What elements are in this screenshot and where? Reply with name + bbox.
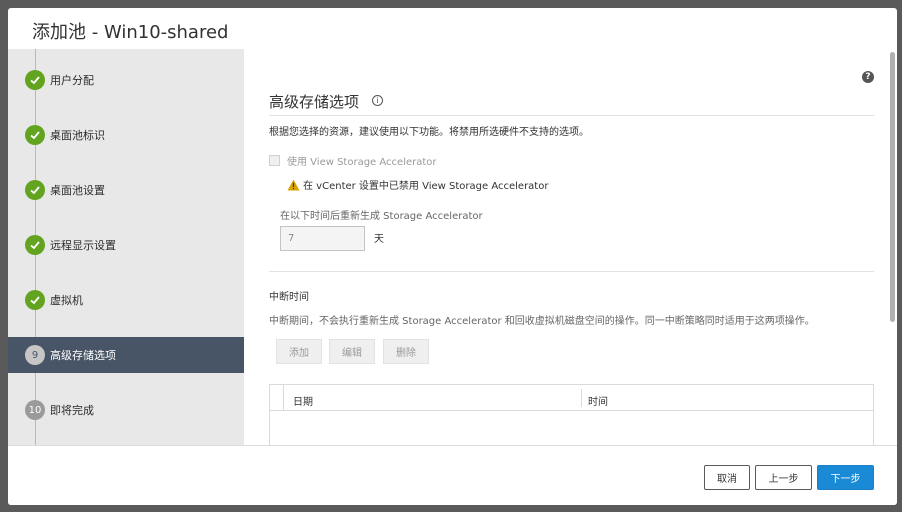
next-button[interactable]: 下一步 [817, 465, 874, 490]
step-remote-display[interactable]: 远程显示设置 [8, 227, 244, 263]
step-vm[interactable]: 虚拟机 [8, 282, 244, 318]
blackout-description: 中断期间，不会执行重新生成 Storage Accelerator 和回收虚拟机… [269, 316, 815, 327]
add-button[interactable]: 添加 [276, 339, 322, 364]
check-icon [25, 70, 45, 90]
select-column-header [270, 385, 284, 411]
step-advanced-storage[interactable]: 9 高级存储选项 [8, 337, 244, 373]
step-label: 虚拟机 [50, 294, 83, 307]
step-label: 高级存储选项 [50, 349, 116, 362]
edit-button[interactable]: 编辑 [329, 339, 375, 364]
vsa-checkbox-label: 使用 View Storage Accelerator [287, 157, 437, 168]
blackout-table: 日期 时间 [269, 384, 874, 445]
page-title: 高级存储选项 [269, 93, 360, 111]
step-user-assignment[interactable]: 用户分配 [8, 62, 244, 98]
step-pool-id[interactable]: 桌面池标识 [8, 117, 244, 153]
vsa-checkbox[interactable] [269, 155, 280, 166]
regen-days-input[interactable] [280, 226, 365, 251]
column-separator[interactable] [581, 389, 582, 407]
vsa-checkbox-row: 使用 View Storage Accelerator [269, 153, 437, 168]
title-divider [269, 115, 874, 116]
column-header-time[interactable]: 时间 [588, 393, 608, 408]
content-scrollbar[interactable] [890, 52, 895, 322]
delete-button[interactable]: 删除 [383, 339, 429, 364]
step-number: 10 [25, 400, 45, 420]
dialog-title: 添加池 - Win10-shared [32, 22, 229, 43]
back-button[interactable]: 上一步 [755, 465, 812, 490]
regen-days-unit: 天 [374, 234, 384, 245]
step-ready-to-complete[interactable]: 10 即将完成 [8, 392, 244, 428]
section-divider [269, 271, 874, 272]
dialog-footer: 取消 上一步 下一步 [8, 445, 897, 505]
table-header: 日期 时间 [270, 385, 873, 411]
check-icon [25, 125, 45, 145]
step-label: 用户分配 [50, 74, 94, 87]
regen-label: 在以下时间后重新生成 Storage Accelerator [280, 211, 483, 222]
step-pool-settings[interactable]: 桌面池设置 [8, 172, 244, 208]
check-icon [25, 180, 45, 200]
warning-icon [287, 179, 300, 190]
add-pool-dialog: 添加池 - Win10-shared 用户分配 桌面池标识 桌面池设置 远程显示… [8, 8, 897, 505]
step-label: 远程显示设置 [50, 239, 116, 252]
help-icon[interactable]: ? [862, 71, 874, 83]
cancel-button[interactable]: 取消 [704, 465, 750, 490]
check-icon [25, 290, 45, 310]
column-header-date[interactable]: 日期 [293, 393, 313, 408]
vsa-warning: 在 vCenter 设置中已禁用 View Storage Accelerato… [287, 177, 548, 192]
check-icon [25, 235, 45, 255]
blackout-title: 中断时间 [269, 292, 309, 303]
step-label: 桌面池设置 [50, 184, 105, 197]
step-number: 9 [25, 345, 45, 365]
wizard-content: ? 高级存储选项 i 根据您选择的资源，建议使用以下功能。将禁用所选硬件不支持的… [244, 49, 897, 445]
page-description: 根据您选择的资源，建议使用以下功能。将禁用所选硬件不支持的选项。 [269, 127, 589, 138]
info-icon[interactable]: i [372, 95, 383, 106]
wizard-steps: 用户分配 桌面池标识 桌面池设置 远程显示设置 虚拟机 9 高级存储选项 10 … [8, 49, 244, 445]
step-label: 即将完成 [50, 404, 94, 417]
step-label: 桌面池标识 [50, 129, 105, 142]
warning-text: 在 vCenter 设置中已禁用 View Storage Accelerato… [303, 181, 549, 192]
wizard-body: 用户分配 桌面池标识 桌面池设置 远程显示设置 虚拟机 9 高级存储选项 10 … [8, 49, 897, 445]
